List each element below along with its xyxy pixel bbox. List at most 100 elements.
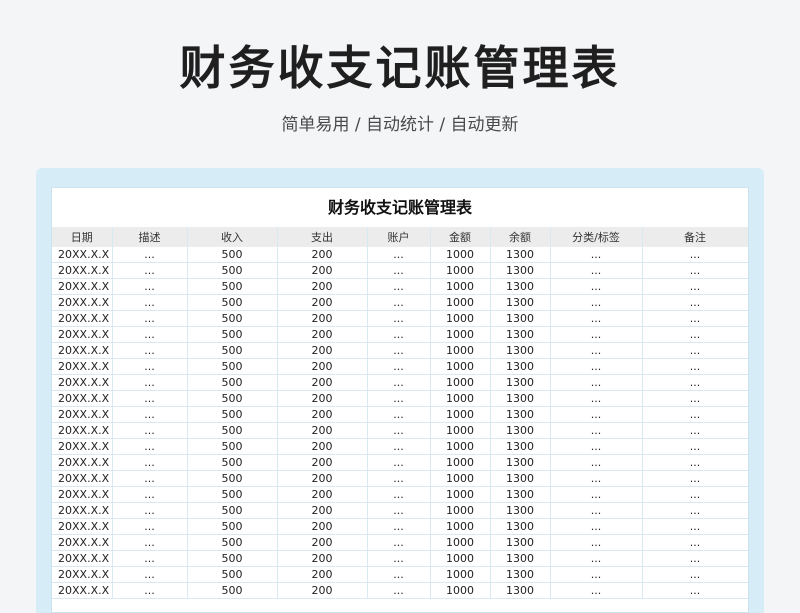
account-cell[interactable]: ... bbox=[367, 566, 431, 583]
balance-cell[interactable]: 1300 bbox=[490, 422, 551, 439]
account-cell[interactable]: ... bbox=[367, 294, 431, 311]
description-cell[interactable]: ... bbox=[112, 262, 188, 279]
column-header-category[interactable]: 分类/标签 bbox=[550, 227, 643, 247]
amount-cell[interactable]: 1000 bbox=[430, 438, 491, 455]
account-cell[interactable]: ... bbox=[367, 390, 431, 407]
notes-cell[interactable]: ... bbox=[642, 518, 748, 535]
description-cell[interactable]: ... bbox=[112, 326, 188, 343]
category-cell[interactable]: ... bbox=[550, 278, 643, 295]
account-cell[interactable]: ... bbox=[367, 374, 431, 391]
expense-cell[interactable]: 200 bbox=[277, 582, 368, 599]
date-cell[interactable]: 20XX.X.X bbox=[52, 470, 113, 487]
income-cell[interactable]: 500 bbox=[187, 534, 278, 551]
date-cell[interactable]: 20XX.X.X bbox=[52, 438, 113, 455]
expense-cell[interactable]: 200 bbox=[277, 502, 368, 519]
notes-cell[interactable]: ... bbox=[642, 534, 748, 551]
column-header-notes[interactable]: 备注 bbox=[642, 227, 748, 247]
expense-cell[interactable]: 200 bbox=[277, 374, 368, 391]
income-cell[interactable]: 500 bbox=[187, 502, 278, 519]
date-cell[interactable]: 20XX.X.X bbox=[52, 502, 113, 519]
balance-cell[interactable]: 1300 bbox=[490, 566, 551, 583]
amount-cell[interactable]: 1000 bbox=[430, 470, 491, 487]
category-cell[interactable]: ... bbox=[550, 406, 643, 423]
account-cell[interactable]: ... bbox=[367, 550, 431, 567]
account-cell[interactable]: ... bbox=[367, 502, 431, 519]
income-cell[interactable]: 500 bbox=[187, 358, 278, 375]
notes-cell[interactable]: ... bbox=[642, 358, 748, 375]
amount-cell[interactable]: 1000 bbox=[430, 534, 491, 551]
date-cell[interactable]: 20XX.X.X bbox=[52, 454, 113, 471]
notes-cell[interactable]: ... bbox=[642, 486, 748, 503]
notes-cell[interactable]: ... bbox=[642, 454, 748, 471]
balance-cell[interactable]: 1300 bbox=[490, 550, 551, 567]
notes-cell[interactable]: ... bbox=[642, 247, 748, 263]
date-cell[interactable]: 20XX.X.X bbox=[52, 534, 113, 551]
date-cell[interactable]: 20XX.X.X bbox=[52, 550, 113, 567]
amount-cell[interactable]: 1000 bbox=[430, 390, 491, 407]
account-cell[interactable]: ... bbox=[367, 406, 431, 423]
category-cell[interactable]: ... bbox=[550, 454, 643, 471]
balance-cell[interactable]: 1300 bbox=[490, 374, 551, 391]
amount-cell[interactable]: 1000 bbox=[430, 406, 491, 423]
description-cell[interactable]: ... bbox=[112, 582, 188, 599]
description-cell[interactable]: ... bbox=[112, 470, 188, 487]
category-cell[interactable]: ... bbox=[550, 566, 643, 583]
date-cell[interactable]: 20XX.X.X bbox=[52, 582, 113, 599]
income-cell[interactable]: 500 bbox=[187, 374, 278, 391]
notes-cell[interactable]: ... bbox=[642, 310, 748, 327]
balance-cell[interactable]: 1300 bbox=[490, 358, 551, 375]
expense-cell[interactable]: 200 bbox=[277, 566, 368, 583]
income-cell[interactable]: 500 bbox=[187, 406, 278, 423]
description-cell[interactable]: ... bbox=[112, 502, 188, 519]
notes-cell[interactable]: ... bbox=[642, 390, 748, 407]
expense-cell[interactable]: 200 bbox=[277, 342, 368, 359]
notes-cell[interactable]: ... bbox=[642, 326, 748, 343]
description-cell[interactable]: ... bbox=[112, 390, 188, 407]
column-header-account[interactable]: 账户 bbox=[367, 227, 431, 247]
notes-cell[interactable]: ... bbox=[642, 470, 748, 487]
column-header-description[interactable]: 描述 bbox=[112, 227, 188, 247]
expense-cell[interactable]: 200 bbox=[277, 262, 368, 279]
amount-cell[interactable]: 1000 bbox=[430, 582, 491, 599]
expense-cell[interactable]: 200 bbox=[277, 422, 368, 439]
income-cell[interactable]: 500 bbox=[187, 550, 278, 567]
balance-cell[interactable]: 1300 bbox=[490, 294, 551, 311]
notes-cell[interactable]: ... bbox=[642, 262, 748, 279]
balance-cell[interactable]: 1300 bbox=[490, 326, 551, 343]
balance-cell[interactable]: 1300 bbox=[490, 502, 551, 519]
income-cell[interactable]: 500 bbox=[187, 454, 278, 471]
notes-cell[interactable]: ... bbox=[642, 422, 748, 439]
income-cell[interactable]: 500 bbox=[187, 470, 278, 487]
account-cell[interactable]: ... bbox=[367, 582, 431, 599]
balance-cell[interactable]: 1300 bbox=[490, 470, 551, 487]
amount-cell[interactable]: 1000 bbox=[430, 502, 491, 519]
account-cell[interactable]: ... bbox=[367, 454, 431, 471]
notes-cell[interactable]: ... bbox=[642, 374, 748, 391]
description-cell[interactable]: ... bbox=[112, 374, 188, 391]
expense-cell[interactable]: 200 bbox=[277, 406, 368, 423]
account-cell[interactable]: ... bbox=[367, 342, 431, 359]
income-cell[interactable]: 500 bbox=[187, 390, 278, 407]
income-cell[interactable]: 500 bbox=[187, 582, 278, 599]
amount-cell[interactable]: 1000 bbox=[430, 454, 491, 471]
expense-cell[interactable]: 200 bbox=[277, 310, 368, 327]
column-header-amount[interactable]: 金额 bbox=[430, 227, 491, 247]
notes-cell[interactable]: ... bbox=[642, 502, 748, 519]
income-cell[interactable]: 500 bbox=[187, 342, 278, 359]
date-cell[interactable]: 20XX.X.X bbox=[52, 342, 113, 359]
balance-cell[interactable]: 1300 bbox=[490, 582, 551, 599]
date-cell[interactable]: 20XX.X.X bbox=[52, 374, 113, 391]
category-cell[interactable]: ... bbox=[550, 470, 643, 487]
balance-cell[interactable]: 1300 bbox=[490, 390, 551, 407]
description-cell[interactable]: ... bbox=[112, 422, 188, 439]
amount-cell[interactable]: 1000 bbox=[430, 358, 491, 375]
date-cell[interactable]: 20XX.X.X bbox=[52, 294, 113, 311]
account-cell[interactable]: ... bbox=[367, 278, 431, 295]
amount-cell[interactable]: 1000 bbox=[430, 374, 491, 391]
account-cell[interactable]: ... bbox=[367, 486, 431, 503]
category-cell[interactable]: ... bbox=[550, 294, 643, 311]
description-cell[interactable]: ... bbox=[112, 406, 188, 423]
balance-cell[interactable]: 1300 bbox=[490, 486, 551, 503]
income-cell[interactable]: 500 bbox=[187, 518, 278, 535]
account-cell[interactable]: ... bbox=[367, 247, 431, 263]
